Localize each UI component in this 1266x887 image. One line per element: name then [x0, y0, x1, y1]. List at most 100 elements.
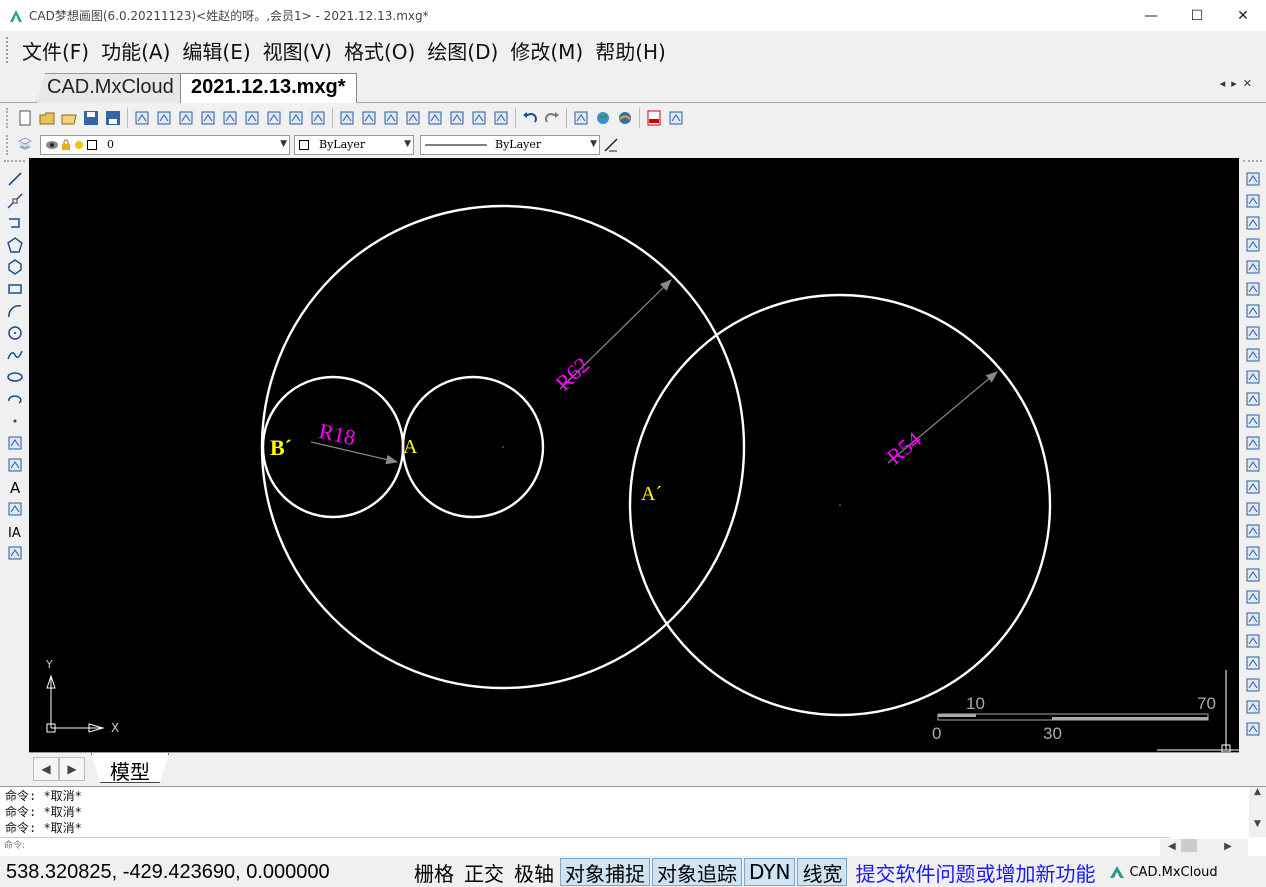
copy-icon[interactable] [1242, 190, 1264, 212]
zoom-in-icon[interactable] [175, 107, 197, 129]
menu-modify[interactable]: 修改(M) [504, 36, 589, 65]
dim-continue-icon[interactable] [1242, 630, 1264, 652]
status-toggle-2[interactable]: 极轴 [510, 858, 558, 886]
dim-angular-icon[interactable] [1242, 608, 1264, 630]
brand-logo[interactable]: CAD.MxCloud [1109, 865, 1218, 880]
color-palette-icon[interactable] [358, 107, 380, 129]
image-icon[interactable] [424, 107, 446, 129]
status-toggle-0[interactable]: 栅格 [410, 858, 458, 886]
array-icon[interactable] [1242, 300, 1264, 322]
ellipse-arc-icon[interactable] [4, 388, 26, 410]
erase-icon[interactable] [1242, 168, 1264, 190]
brush-icon[interactable] [468, 107, 490, 129]
draworder-above-icon[interactable] [1242, 696, 1264, 718]
ellipse-icon[interactable] [4, 366, 26, 388]
minimize-button[interactable]: — [1128, 0, 1174, 31]
maximize-button[interactable]: ☐ [1174, 0, 1220, 31]
dim-aligned-icon[interactable] [1242, 542, 1264, 564]
chamfer-icon[interactable] [1242, 366, 1264, 388]
tab-mxcloud[interactable]: CAD.MxCloud [36, 73, 185, 103]
tab-scroll-controls[interactable]: ◂▸✕ [1220, 77, 1258, 90]
command-scrollbar[interactable]: ▲ ▼ [1249, 787, 1266, 837]
color-dropdown[interactable]: ByLayer ▼ [294, 134, 414, 155]
scroll-thumb[interactable] [1180, 839, 1197, 852]
zoom-extents-icon[interactable] [241, 107, 263, 129]
layer-manager-icon[interactable] [14, 134, 36, 156]
xline-icon[interactable] [4, 190, 26, 212]
spline-icon[interactable] [4, 344, 26, 366]
status-toggle-3[interactable]: 对象捕捉 [560, 858, 650, 886]
extend-icon[interactable] [1242, 432, 1264, 454]
move-cross-icon[interactable] [307, 107, 329, 129]
status-toggle-4[interactable]: 对象追踪 [652, 858, 742, 886]
circle-icon[interactable] [4, 322, 26, 344]
tab-model[interactable]: 模型 [91, 753, 169, 783]
feedback-link[interactable]: 提交软件问题或增加新功能 [855, 858, 1095, 887]
draworder-front-icon[interactable] [1242, 652, 1264, 674]
toolbar-grip[interactable] [1243, 160, 1262, 168]
globe-icon[interactable] [592, 107, 614, 129]
match-prop-icon[interactable] [402, 107, 424, 129]
dim-diameter-icon[interactable] [1242, 586, 1264, 608]
scroll-down-icon[interactable]: ▼ [1249, 819, 1266, 829]
fillet-icon[interactable] [1242, 344, 1264, 366]
scroll-up-icon[interactable]: ▲ [1249, 787, 1266, 797]
layer-dropdown[interactable]: 0 ▼ [40, 134, 290, 155]
undo-icon[interactable] [519, 107, 541, 129]
draworder-back-icon[interactable] [1242, 674, 1264, 696]
redo-icon[interactable] [541, 107, 563, 129]
draworder-below-icon[interactable] [1242, 718, 1264, 740]
zoom-previous-icon[interactable] [263, 107, 285, 129]
arc-icon[interactable] [4, 300, 26, 322]
layout-prev-button[interactable]: ◀ [33, 757, 59, 781]
toolbar-grip[interactable] [4, 160, 25, 168]
export-icon[interactable] [665, 107, 687, 129]
pdf-icon[interactable] [643, 107, 665, 129]
toolbar-grip[interactable] [6, 107, 10, 128]
scroll-right-icon[interactable]: ▶ [1224, 841, 1232, 852]
rotate-icon[interactable] [1242, 234, 1264, 256]
open-icon[interactable] [36, 107, 58, 129]
mtext-icon[interactable]: IA [4, 520, 26, 542]
toolbar-grip[interactable] [6, 134, 10, 155]
break-icon[interactable] [1242, 388, 1264, 410]
status-toggle-5[interactable]: DYN [744, 858, 796, 886]
web-icon[interactable] [614, 107, 636, 129]
circle-r18-right[interactable] [401, 375, 545, 519]
command-hscrollbar[interactable]: ◀ ▶ [1160, 839, 1248, 856]
menu-view[interactable]: 视图(V) [257, 36, 338, 65]
table-icon[interactable] [4, 542, 26, 564]
ucs-icon[interactable] [219, 107, 241, 129]
print-preview-icon[interactable] [446, 107, 468, 129]
menu-help[interactable]: 帮助(H) [589, 36, 672, 65]
join-icon[interactable] [1242, 498, 1264, 520]
dwg-icon[interactable] [570, 107, 592, 129]
menu-function[interactable]: 功能(A) [95, 36, 176, 65]
command-input[interactable]: 命令: [0, 837, 1170, 855]
offset-icon[interactable] [1242, 476, 1264, 498]
pan-hand-icon[interactable] [197, 107, 219, 129]
close-button[interactable]: ✕ [1220, 0, 1266, 31]
mirror-icon[interactable] [1242, 322, 1264, 344]
insert-block-icon[interactable] [4, 432, 26, 454]
scale-icon[interactable] [1242, 256, 1264, 278]
lineweight-icon[interactable] [600, 134, 622, 156]
new-icon[interactable] [14, 107, 36, 129]
stretch-icon[interactable] [1242, 278, 1264, 300]
zoom-window-icon[interactable] [153, 107, 175, 129]
dim-leader-r18[interactable] [310, 441, 399, 465]
plot-icon[interactable] [490, 107, 512, 129]
scroll-left-icon[interactable]: ◀ [1168, 841, 1176, 852]
layout-next-button[interactable]: ▶ [59, 757, 85, 781]
polyline-icon[interactable] [4, 212, 26, 234]
status-toggle-1[interactable]: 正交 [460, 858, 508, 886]
point-icon[interactable] [4, 410, 26, 432]
pencil-icon[interactable] [336, 107, 358, 129]
save-as-icon[interactable] [102, 107, 124, 129]
trim-icon[interactable] [1242, 410, 1264, 432]
menu-file[interactable]: 文件(F) [16, 36, 95, 65]
pentagon-icon[interactable] [4, 256, 26, 278]
status-toggle-6[interactable]: 线宽 [797, 858, 848, 886]
menu-edit[interactable]: 编辑(E) [176, 36, 256, 65]
save-icon[interactable] [80, 107, 102, 129]
